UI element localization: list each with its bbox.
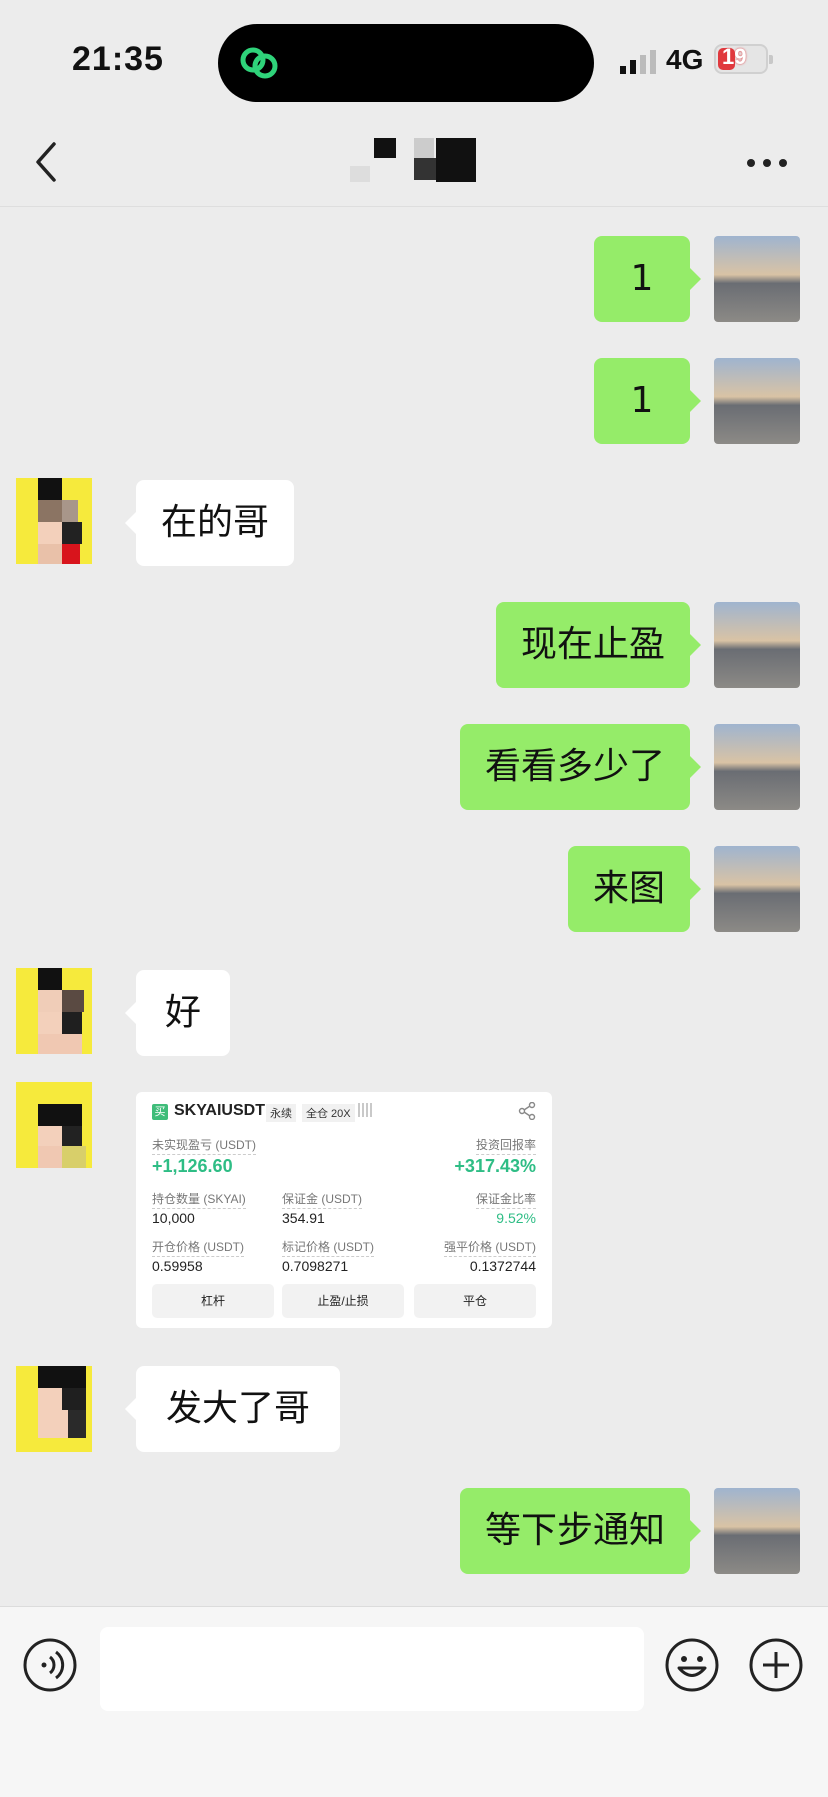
share-icon [518,1102,536,1120]
message-bubble-outgoing[interactable]: 1 [594,236,701,322]
message-bubble-incoming[interactable]: 在的哥 [125,480,294,566]
position-size-value: 10,000 [152,1210,195,1226]
leverage-bars-icon [358,1103,372,1117]
battery-level: 19 [722,44,747,69]
message-bubble-outgoing[interactable]: 1 [594,358,701,444]
contract-type-chip: 永续 [266,1104,296,1122]
mark-price-value: 0.7098271 [282,1258,349,1274]
my-avatar[interactable] [714,236,800,322]
buy-tag: 买 [152,1104,168,1120]
roi-value: +317.43% [454,1156,536,1176]
message-bubble-outgoing[interactable]: 看看多少了 [460,724,701,810]
tp-sl-button: 止盈/止损 [282,1284,404,1318]
contact-avatar[interactable] [16,478,92,564]
signal-icon [620,50,656,74]
close-position-button: 平仓 [414,1284,536,1318]
back-icon[interactable] [28,138,68,186]
mark-price-label: 标记价格 (USDT) [282,1238,374,1257]
contact-avatar[interactable] [16,1082,92,1168]
my-avatar[interactable] [714,1488,800,1574]
battery-cap [769,55,773,64]
leverage-button: 杠杆 [152,1284,274,1318]
my-avatar[interactable] [714,724,800,810]
status-time: 21:35 [72,40,164,78]
liquidation-price-label: 强平价格 (USDT) [444,1238,536,1257]
margin-mode-chip: 全仓 20X [302,1104,355,1122]
link-app-icon [240,47,278,79]
status-bar: 21:35 4G 19 [0,0,828,120]
margin-ratio-label: 保证金比率 [475,1190,536,1209]
chat-input-bar [0,1606,828,1797]
chat-header [0,120,828,207]
emoji-icon[interactable] [664,1637,720,1693]
contact-avatar[interactable] [16,1366,92,1452]
my-avatar[interactable] [714,358,800,444]
unrealized-pnl-label: 未实现盈亏 (USDT) [152,1136,256,1155]
liquidation-price-value: 0.1372744 [469,1258,536,1274]
my-avatar[interactable] [714,846,800,932]
message-bubble-outgoing[interactable]: 来图 [568,846,701,932]
network-type: 4G [666,44,704,75]
trade-screenshot-card[interactable]: 买 SKYAIUSDT 永续 全仓 20X 未实现盈亏 (USDT) 投资回报率… [136,1092,552,1328]
dynamic-island [218,24,594,102]
margin-ratio-value: 9.52% [496,1210,536,1226]
voice-icon[interactable] [22,1637,78,1693]
entry-price-value: 0.59958 [152,1258,203,1274]
plus-icon[interactable] [748,1637,804,1693]
message-bubble-outgoing[interactable]: 等下步通知 [460,1488,701,1574]
entry-price-label: 开仓价格 (USDT) [152,1238,244,1257]
my-avatar[interactable] [714,602,800,688]
contact-avatar[interactable] [16,968,92,1054]
message-bubble-incoming[interactable]: 好 [125,970,230,1056]
roi-label: 投资回报率 [475,1136,536,1155]
trade-symbol: SKYAIUSDT [174,1102,265,1119]
battery-indicator: 19 [714,44,773,74]
message-bubble-incoming[interactable]: 发大了哥 [125,1366,340,1452]
more-icon[interactable] [746,156,788,170]
message-input[interactable] [100,1627,644,1711]
position-size-label: 持仓数量 (SKYAI) [152,1190,246,1209]
margin-label: 保证金 (USDT) [282,1190,362,1209]
margin-value: 354.91 [282,1210,325,1226]
message-bubble-outgoing[interactable]: 现在止盈 [496,602,701,688]
unrealized-pnl-value: +1,126.60 [152,1156,233,1176]
contact-name-obscured [350,138,476,182]
